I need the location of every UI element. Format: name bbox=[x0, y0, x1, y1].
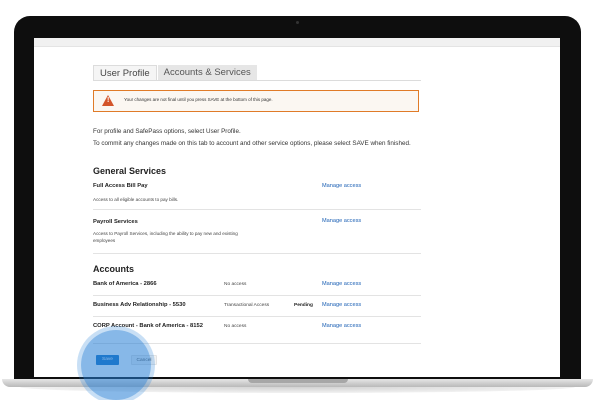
service-desc-bill-pay: Access to all eligible accounts to pay b… bbox=[93, 197, 179, 202]
service-name-payroll: Payroll Services bbox=[93, 219, 138, 225]
tab-user-profile[interactable]: User Profile bbox=[93, 65, 157, 80]
warning-icon-mark: ! bbox=[107, 97, 110, 104]
manage-access-link-2866[interactable]: Manage access bbox=[322, 281, 361, 287]
manage-access-link-payroll[interactable]: Manage access bbox=[322, 218, 361, 224]
account-name-8152: CORP Account - Bank of America - 8152 bbox=[93, 323, 203, 329]
tab-bar: User Profile Accounts & Services bbox=[93, 65, 257, 80]
account-access-8152: No access bbox=[224, 324, 247, 329]
account-name-2866: Bank of America - 2866 bbox=[93, 281, 157, 287]
laptop-notch bbox=[248, 379, 348, 383]
divider bbox=[93, 295, 421, 296]
manage-access-link-8152[interactable]: Manage access bbox=[322, 323, 361, 329]
screen: User Profile Accounts & Services ! Your … bbox=[34, 38, 560, 377]
tab-divider bbox=[93, 80, 421, 81]
camera-icon bbox=[296, 21, 299, 24]
tab-accounts-services[interactable]: Accounts & Services bbox=[157, 65, 257, 80]
status-badge-pending: Pending bbox=[294, 303, 313, 308]
manage-access-link-bill-pay[interactable]: Manage access bbox=[322, 183, 361, 189]
divider bbox=[93, 253, 421, 254]
intro-text-profile: For profile and SafePass options, select… bbox=[93, 128, 241, 135]
manage-access-link-5530[interactable]: Manage access bbox=[322, 302, 361, 308]
accounts-heading: Accounts bbox=[93, 264, 135, 274]
account-access-5530: Transactional Access bbox=[224, 303, 270, 308]
divider bbox=[93, 209, 421, 210]
general-services-heading: General Services bbox=[93, 166, 167, 176]
intro-text-commit: To commit any changes made on this tab t… bbox=[93, 140, 411, 147]
warning-text: Your changes are not final until you pre… bbox=[124, 97, 273, 102]
warning-icon: ! bbox=[102, 95, 114, 106]
click-highlight bbox=[81, 330, 151, 400]
divider bbox=[93, 316, 421, 317]
warning-banner: ! Your changes are not final until you p… bbox=[93, 90, 419, 112]
browser-top-strip bbox=[34, 38, 560, 47]
service-desc-payroll: Access to Payroll Services, including th… bbox=[93, 231, 238, 243]
account-access-2866: No access bbox=[224, 282, 247, 287]
service-name-bill-pay: Full Access Bill Pay bbox=[93, 183, 148, 189]
account-name-5530: Business Adv Relationship - 5530 bbox=[93, 302, 186, 308]
